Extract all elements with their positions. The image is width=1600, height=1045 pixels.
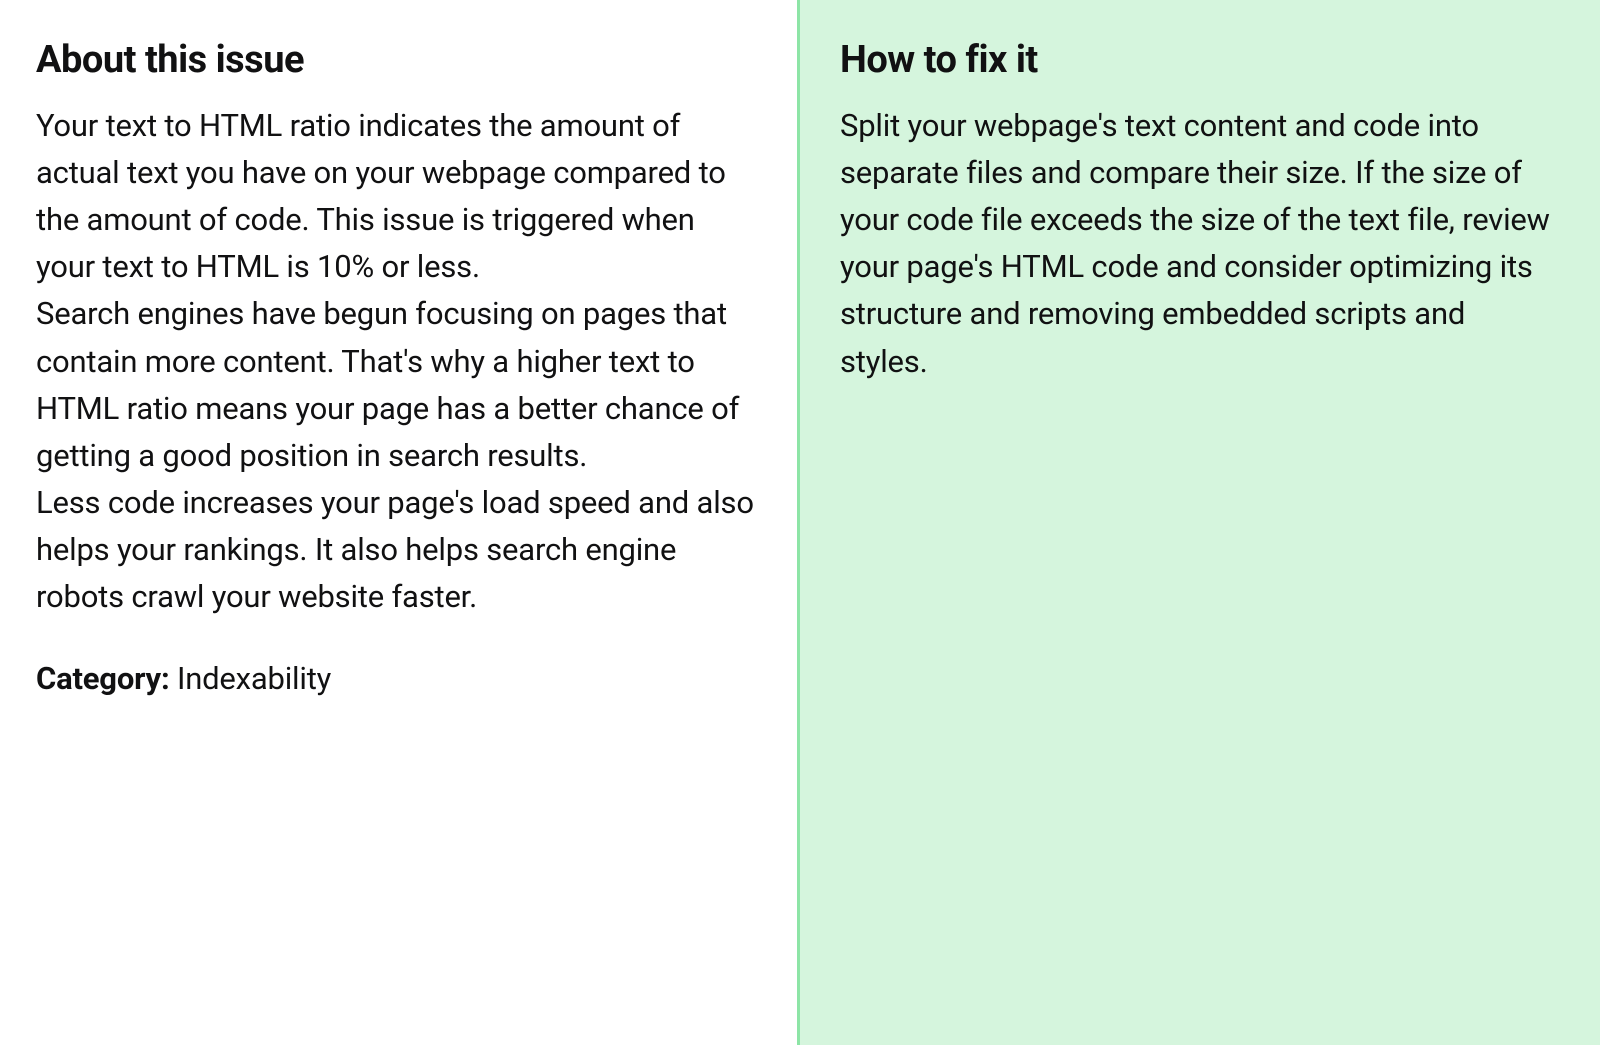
how-to-fix-panel: How to fix it Split your webpage's text … [800, 0, 1600, 1045]
about-issue-para-3: Less code increases your page's load spe… [36, 479, 761, 620]
about-issue-heading: About this issue [36, 38, 761, 82]
how-to-fix-body: Split your webpage's text content and co… [840, 102, 1552, 385]
two-column-layout: About this issue Your text to HTML ratio… [0, 0, 1600, 1045]
category-line: Category: Indexability [36, 660, 761, 697]
category-label: Category: [36, 660, 177, 697]
how-to-fix-heading: How to fix it [840, 38, 1552, 82]
about-issue-para-2: Search engines have begun focusing on pa… [36, 290, 761, 478]
about-issue-panel: About this issue Your text to HTML ratio… [0, 0, 800, 1045]
about-issue-para-1: Your text to HTML ratio indicates the am… [36, 102, 761, 290]
category-value: Indexability [177, 660, 331, 697]
about-issue-body: Your text to HTML ratio indicates the am… [36, 102, 761, 620]
